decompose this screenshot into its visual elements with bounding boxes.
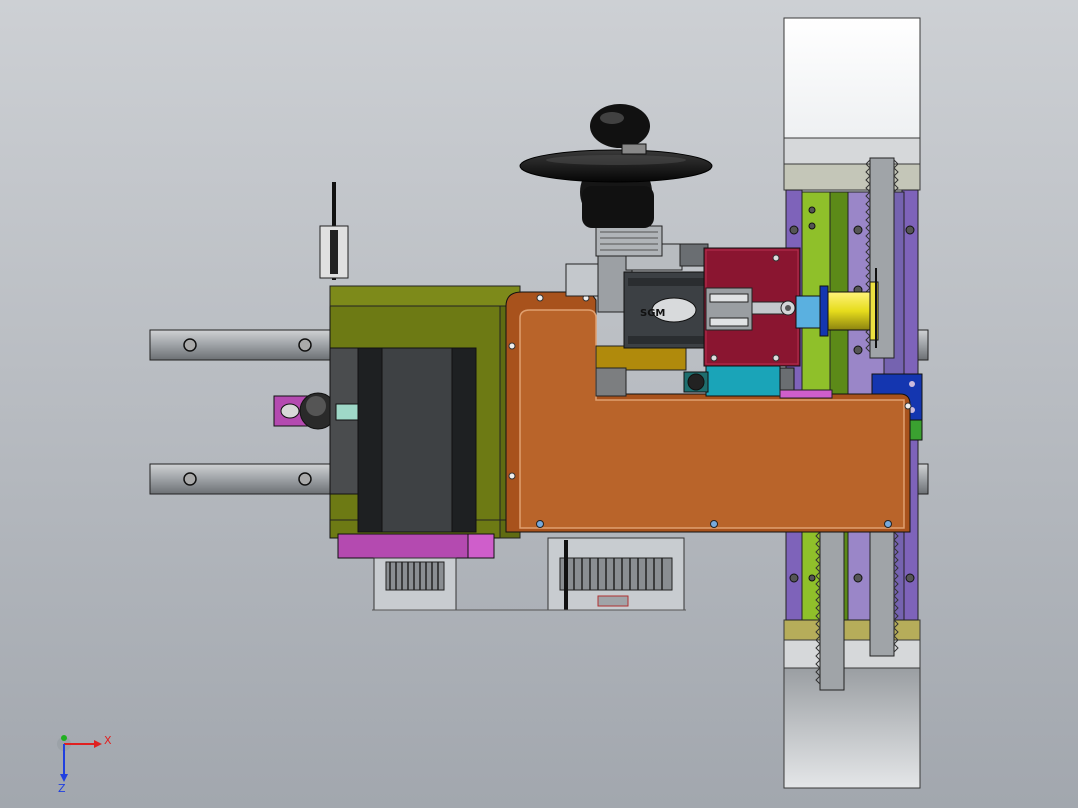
linear-rail-bottom[interactable]	[149, 463, 351, 495]
assembly-canvas[interactable]: SGM X Z	[0, 0, 1078, 808]
stepper-motor[interactable]	[357, 347, 477, 533]
magenta-motor-mount[interactable]	[337, 533, 495, 559]
triad-z-label: Z	[58, 782, 66, 795]
maroon-clamp-block[interactable]	[703, 247, 801, 367]
linear-rail-top[interactable]	[149, 329, 351, 361]
triad-y-axis	[61, 735, 67, 741]
timing-pulley-right[interactable]	[547, 537, 685, 611]
servo-label: SGM	[640, 308, 665, 319]
magenta-shim	[779, 389, 833, 399]
timing-pulley-left[interactable]	[373, 557, 457, 611]
triad-x-label: X	[104, 734, 112, 747]
cad-viewport[interactable]: SGM X Z	[0, 0, 1078, 808]
